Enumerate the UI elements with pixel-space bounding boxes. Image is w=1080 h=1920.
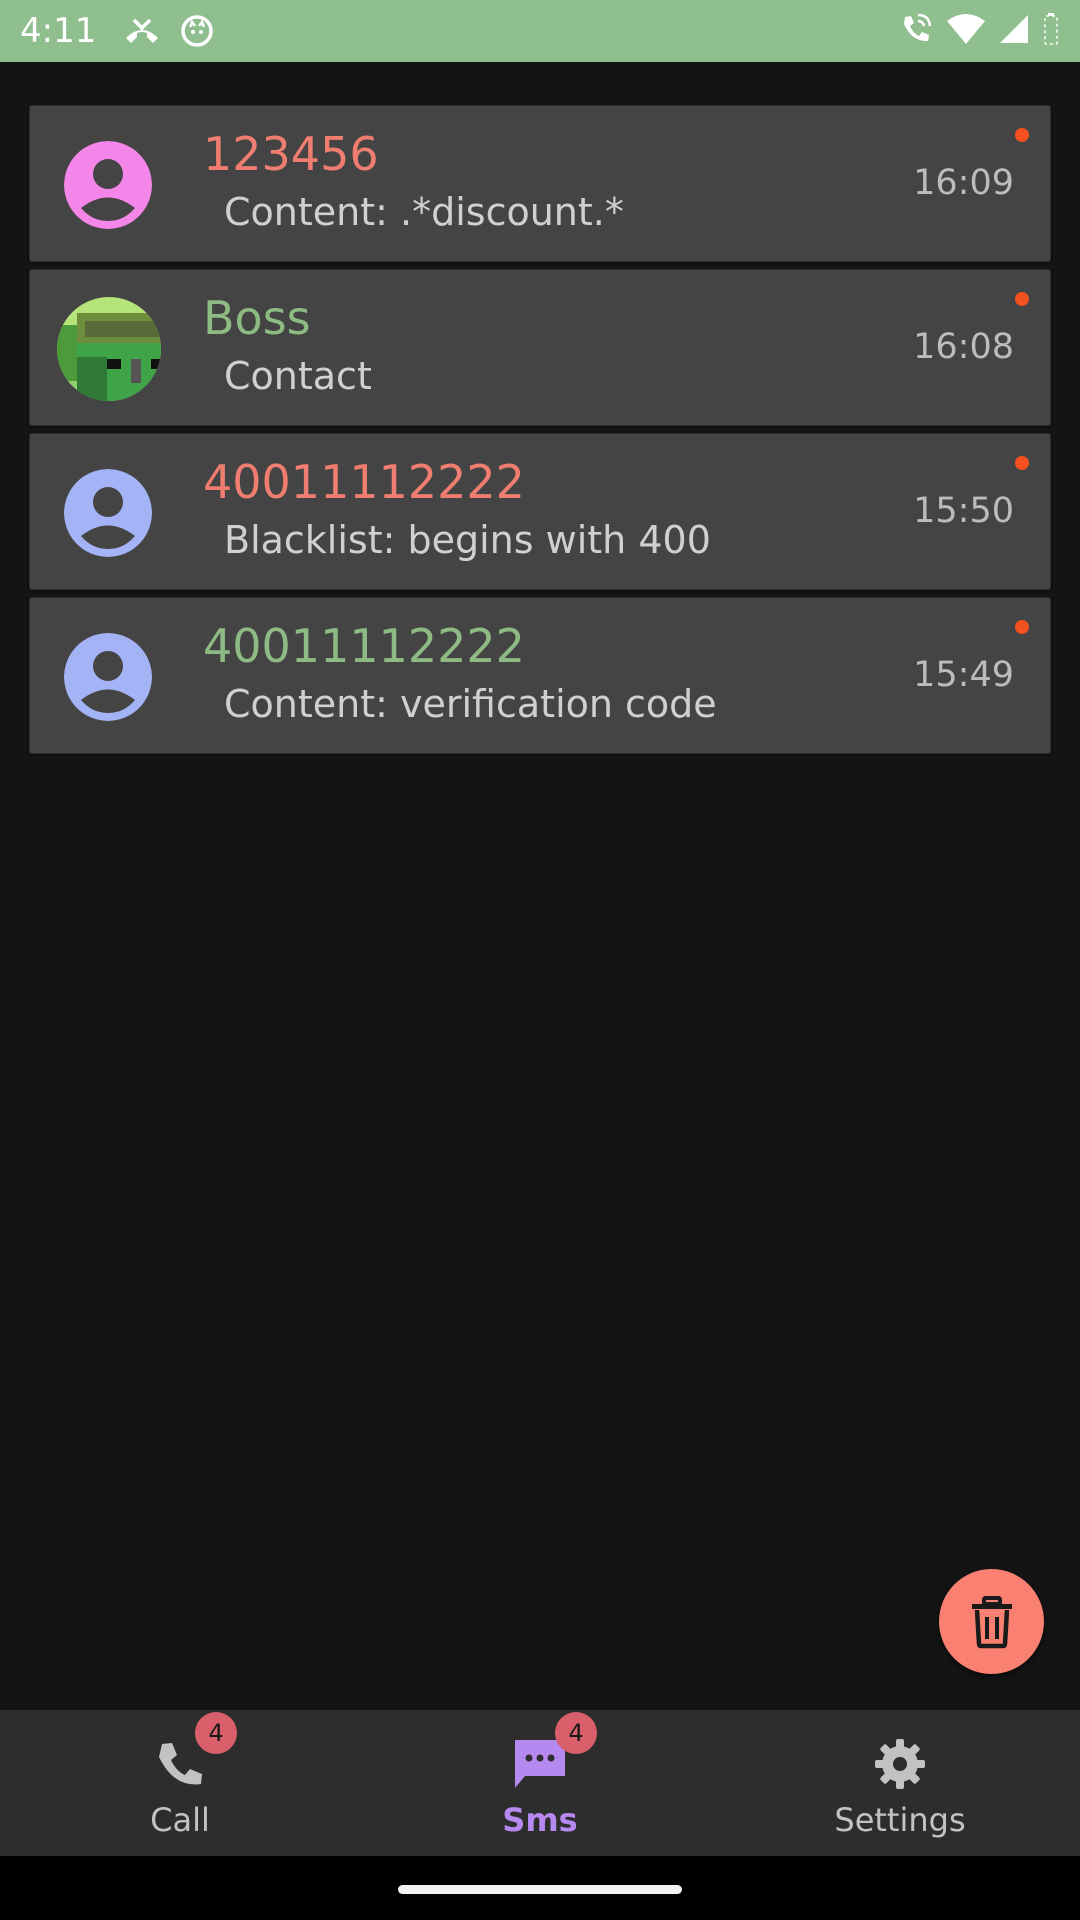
sms-list: 123456 Content: .*discount.* 16:09 Boss … <box>29 105 1051 761</box>
sms-time: 15:49 <box>913 655 1014 695</box>
sms-list-item[interactable]: 40011112222 Blacklist: begins with 400 1… <box>29 433 1051 590</box>
missed-call-icon <box>122 16 162 46</box>
person-avatar <box>64 141 152 229</box>
sms-sender: 123456 <box>203 127 379 181</box>
nav-label: Call <box>150 1801 210 1839</box>
badge-count: 4 <box>195 1712 237 1754</box>
person-avatar <box>64 633 152 721</box>
sms-list-item[interactable]: Boss Contact 16:08 <box>29 269 1051 426</box>
wifi-calling-icon <box>898 12 934 51</box>
delete-all-button[interactable] <box>939 1569 1044 1674</box>
status-bar: 4:11 <box>0 0 1080 62</box>
bottom-navigation: Call 4 Sms 4 Settings <box>0 1710 1080 1856</box>
wifi-icon <box>946 13 986 50</box>
sms-sender: 40011112222 <box>203 619 525 673</box>
sms-reason: Contact <box>224 354 372 398</box>
trash-icon <box>971 1595 1012 1648</box>
sms-reason: Content: verification code <box>224 682 717 726</box>
cell-signal-icon <box>998 13 1030 50</box>
sms-time: 16:08 <box>913 327 1014 367</box>
sms-list-item[interactable]: 40011112222 Content: verification code 1… <box>29 597 1051 754</box>
cat-notification-icon <box>180 14 214 48</box>
sms-reason: Content: .*discount.* <box>224 190 624 234</box>
nav-label: Sms <box>502 1801 578 1839</box>
nav-label: Settings <box>834 1801 966 1839</box>
sms-sender: Boss <box>203 291 311 345</box>
status-time: 4:11 <box>20 11 97 51</box>
unread-indicator <box>1015 292 1029 306</box>
unread-indicator <box>1015 620 1029 634</box>
person-avatar <box>64 469 152 557</box>
unread-indicator <box>1015 456 1029 470</box>
unread-indicator <box>1015 128 1029 142</box>
sms-list-item[interactable]: 123456 Content: .*discount.* 16:09 <box>29 105 1051 262</box>
sms-time: 15:50 <box>913 491 1014 531</box>
sms-reason: Blacklist: begins with 400 <box>224 518 711 562</box>
gear-icon <box>870 1734 930 1794</box>
nav-item-call[interactable]: Call 4 <box>0 1710 360 1856</box>
nav-item-sms[interactable]: Sms 4 <box>360 1710 720 1856</box>
sms-time: 16:09 <box>913 163 1014 203</box>
sms-sender: 40011112222 <box>203 455 525 509</box>
home-gesture-handle[interactable] <box>398 1885 682 1894</box>
gesture-navigation-area <box>0 1856 1080 1920</box>
contact-photo <box>57 297 161 401</box>
battery-icon <box>1042 12 1060 51</box>
badge-count: 4 <box>555 1712 597 1754</box>
nav-item-settings[interactable]: Settings <box>720 1710 1080 1856</box>
